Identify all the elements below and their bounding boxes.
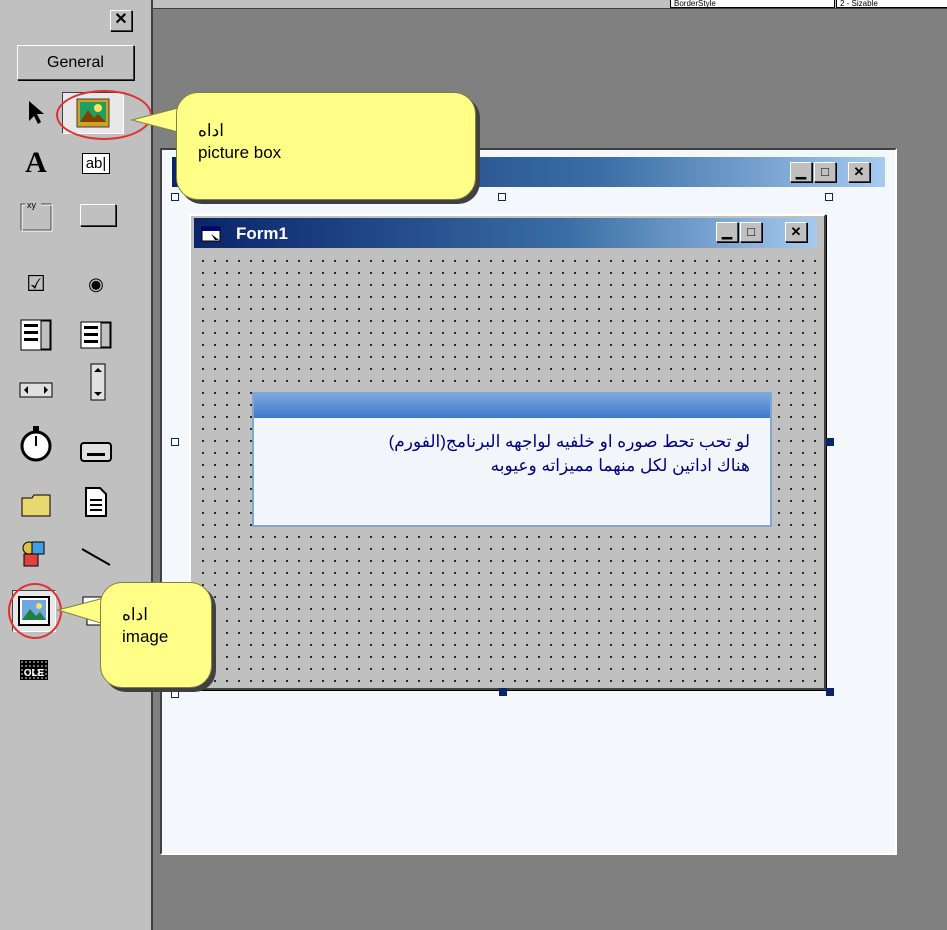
annotation-message-line1: لو تحب تحط صوره او خلفيه لواجهه البرنامج… — [388, 432, 750, 451]
ole-icon: OLE — [19, 660, 49, 680]
textbox-icon: ab| — [81, 152, 111, 174]
annotation-message-text: لو تحب تحط صوره او خلفيه لواجهه البرنامج… — [265, 430, 750, 478]
callout-image-line1: اداه — [122, 605, 148, 624]
textbox-tool[interactable]: ab| — [76, 143, 116, 183]
listbox-tool[interactable] — [76, 315, 116, 355]
frame-tool[interactable]: xy — [16, 195, 56, 235]
resize-handle-bottom-right[interactable] — [826, 688, 834, 696]
combobox-icon — [20, 319, 52, 351]
checkbox-icon: ☑ — [26, 271, 46, 296]
combobox-tool[interactable] — [16, 315, 56, 355]
callout-picturebox-text: اداه picture box — [198, 120, 281, 164]
image-highlight-ring — [8, 583, 62, 639]
toolbox-general-tab[interactable]: General — [17, 45, 134, 80]
pointer-tool[interactable] — [16, 92, 56, 132]
resize-handle-top-right[interactable] — [825, 193, 833, 201]
vscrollbar-tool[interactable] — [78, 362, 118, 402]
arrow-pointer-icon — [29, 101, 44, 124]
filelistbox-tool[interactable] — [76, 482, 116, 522]
callout-image-text: اداه image — [122, 604, 168, 648]
hscrollbar-icon — [19, 382, 53, 398]
callout-picturebox-line2: picture box — [198, 143, 282, 162]
resize-handle-left[interactable] — [171, 438, 179, 446]
annotation-message-line2: هناك اداتين لكل منهما مميزاته وعيوبه — [490, 456, 750, 475]
callout-image-line2: image — [122, 627, 169, 646]
form1-title: Form1 — [236, 224, 288, 243]
hscrollbar-tool[interactable] — [16, 370, 56, 410]
property-name-cell[interactable]: BorderStyle — [670, 0, 835, 8]
dirlistbox-tool[interactable] — [16, 485, 56, 525]
label-icon: A — [25, 146, 47, 179]
optionbutton-icon: ◉ — [88, 273, 104, 294]
shape-tool[interactable] — [16, 534, 56, 574]
drive-icon — [80, 442, 112, 462]
properties-window-fragment: BorderStyle 2 - Sizable — [640, 0, 947, 8]
stopwatch-icon — [20, 426, 52, 462]
frame-icon: xy — [20, 199, 53, 232]
form1-close-button[interactable]: ✕ — [785, 222, 807, 242]
listbox-icon — [80, 321, 112, 349]
vscrollbar-icon — [90, 363, 106, 401]
label-tool[interactable]: A — [16, 143, 56, 183]
designer-close-button[interactable]: ✕ — [848, 162, 870, 182]
resize-handle-top[interactable] — [498, 193, 506, 201]
optionbutton-tool[interactable]: ◉ — [76, 264, 116, 304]
form-icon — [201, 226, 223, 247]
line-icon — [81, 548, 111, 566]
resize-handle-right[interactable] — [826, 438, 834, 446]
resize-handle-top-left[interactable] — [171, 193, 179, 201]
folder-icon — [21, 494, 51, 517]
resize-handle-bottom-left[interactable] — [171, 690, 179, 698]
file-icon — [85, 487, 107, 517]
drivelistbox-tool[interactable] — [76, 432, 116, 472]
commandbutton-tool[interactable] — [78, 195, 118, 235]
form1-maximize-button[interactable]: □ — [740, 222, 762, 242]
callout-picturebox-line1: اداه — [198, 121, 224, 140]
callout-pointer-picturebox — [130, 107, 179, 133]
designer-maximize-button[interactable]: □ — [814, 162, 836, 182]
annotation-message-titlebar — [254, 394, 770, 418]
property-value-cell[interactable]: 2 - Sizable — [836, 0, 947, 8]
checkbox-tool[interactable]: ☑ — [16, 264, 56, 304]
ole-tool[interactable]: OLE — [14, 650, 54, 690]
toolbox-close-button[interactable]: ✕ — [110, 10, 132, 31]
callout-pointer-image — [56, 597, 105, 625]
commandbutton-icon — [80, 204, 116, 226]
form1-minimize-button[interactable]: ▁ — [716, 222, 738, 242]
line-tool[interactable] — [76, 536, 116, 576]
timer-tool[interactable] — [16, 424, 56, 464]
designer-minimize-button[interactable]: ▁ — [790, 162, 812, 182]
frame-icon-label: xy — [27, 200, 37, 210]
resize-handle-bottom[interactable] — [499, 688, 507, 696]
shapes-icon — [22, 541, 45, 567]
